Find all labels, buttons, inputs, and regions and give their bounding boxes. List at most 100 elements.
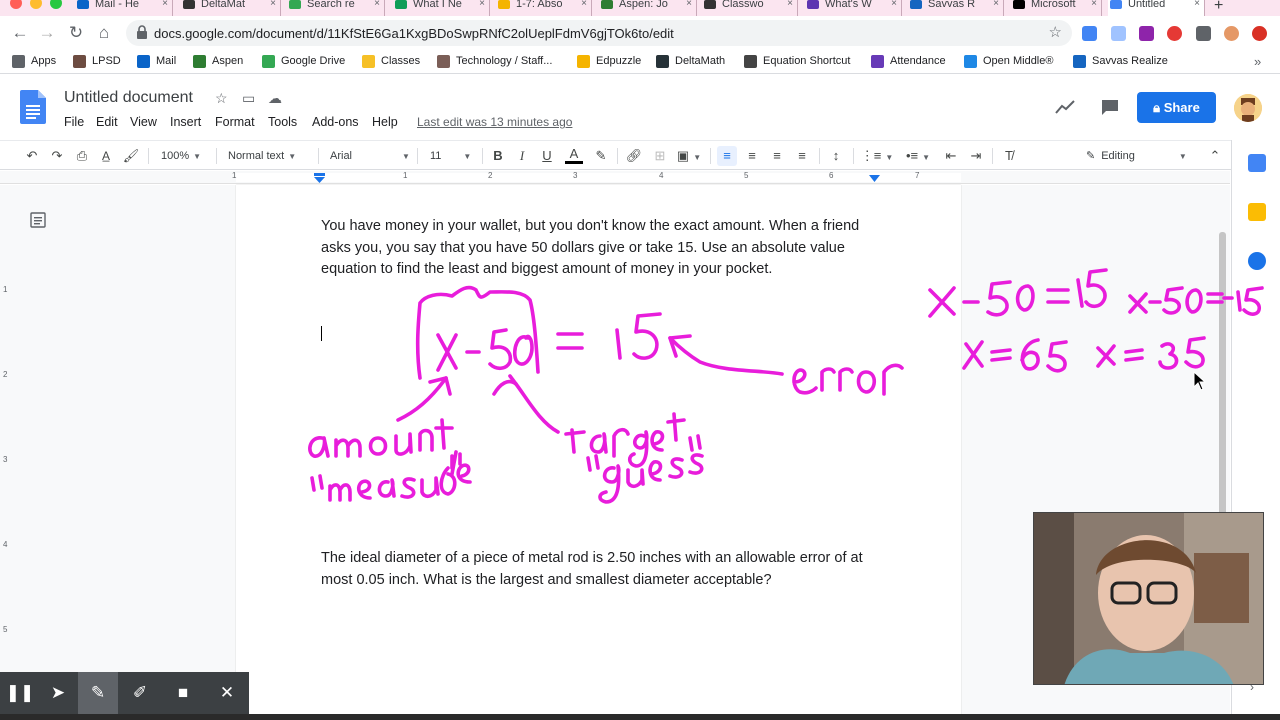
tab-close-icon[interactable]: × bbox=[686, 0, 692, 9]
cloud-saved-icon[interactable]: ☁ bbox=[268, 90, 282, 107]
problem-2-text[interactable]: The ideal diameter of a piece of metal r… bbox=[321, 548, 876, 591]
browser-tab[interactable]: Search re × bbox=[287, 0, 385, 16]
menu-item[interactable]: Edit bbox=[96, 115, 118, 129]
zoom-select[interactable]: 100% ▼ bbox=[161, 146, 209, 166]
pointer-icon[interactable]: ➤ bbox=[38, 672, 78, 714]
bold-button[interactable]: B bbox=[489, 146, 507, 166]
extensions-puzzle-icon[interactable] bbox=[1196, 26, 1211, 41]
menu-item[interactable]: Add-ons bbox=[312, 115, 359, 129]
address-bar[interactable]: docs.google.com/document/d/11KfStE6Ga1Kx… bbox=[126, 20, 1072, 46]
tab-close-icon[interactable]: × bbox=[479, 0, 485, 9]
italic-button[interactable]: I bbox=[513, 146, 531, 166]
menu-item[interactable]: Format bbox=[215, 115, 255, 129]
browser-tab[interactable]: Mail - He × bbox=[75, 0, 173, 16]
link-icon[interactable]: 🔗︎ bbox=[624, 146, 644, 166]
comment-icon[interactable] bbox=[1100, 98, 1120, 116]
align-left-button[interactable]: ≡ bbox=[717, 146, 737, 166]
browser-tab[interactable]: What's W × bbox=[805, 0, 902, 16]
extension-grid-icon[interactable] bbox=[1111, 26, 1126, 41]
undo-icon[interactable]: ↶ bbox=[22, 146, 42, 166]
bookmark-item[interactable]: Aspen bbox=[193, 55, 243, 68]
paragraph-style-select[interactable]: Normal text ▼ bbox=[228, 146, 312, 166]
bookmark-item[interactable]: Google Drive bbox=[262, 55, 345, 68]
calendar-icon[interactable] bbox=[1248, 154, 1266, 172]
print-icon[interactable]: ⎙ bbox=[72, 146, 92, 166]
text-color-button[interactable]: A bbox=[565, 146, 583, 164]
tab-close-icon[interactable]: × bbox=[787, 0, 793, 9]
spellcheck-icon[interactable]: A̲ bbox=[96, 146, 116, 166]
tab-close-icon[interactable]: × bbox=[891, 0, 897, 9]
bookmark-item[interactable]: Open Middle® bbox=[964, 55, 1053, 68]
increase-indent-icon[interactable]: ⇥ bbox=[966, 146, 986, 166]
left-indent-marker-icon[interactable] bbox=[314, 173, 325, 183]
forward-button[interactable]: → bbox=[37, 23, 57, 43]
camera-icon[interactable]: ■ bbox=[163, 672, 203, 714]
move-folder-icon[interactable]: ▭ bbox=[242, 90, 255, 107]
insert-image-icon[interactable]: ▣ ▼ bbox=[674, 146, 704, 166]
bookmark-item[interactable]: DeltaMath bbox=[656, 55, 725, 68]
bookmark-item[interactable]: LPSD bbox=[73, 55, 121, 68]
tab-close-icon[interactable]: × bbox=[270, 0, 276, 9]
numbered-list-icon[interactable]: ⋮≡ ▼ bbox=[860, 146, 894, 166]
bookmark-item[interactable]: Mail bbox=[137, 55, 176, 68]
right-indent-marker-icon[interactable] bbox=[869, 175, 880, 182]
browser-tab[interactable]: Microsoft × bbox=[1011, 0, 1102, 16]
document-title[interactable]: Untitled document bbox=[64, 89, 193, 107]
bookmark-item[interactable]: Savvas Realize bbox=[1073, 55, 1168, 68]
tab-close-icon[interactable]: × bbox=[162, 0, 168, 9]
clear-formatting-icon[interactable]: T̸ bbox=[999, 146, 1019, 166]
browser-tab[interactable]: Aspen: Jo × bbox=[599, 0, 697, 16]
bulleted-list-icon[interactable]: •≡ ▼ bbox=[901, 146, 935, 166]
browser-tab[interactable]: Savvas R × bbox=[908, 0, 1004, 16]
last-edit-link[interactable]: Last edit was 13 minutes ago bbox=[417, 115, 572, 129]
menu-item[interactable]: Tools bbox=[268, 115, 297, 129]
align-center-button[interactable]: ≡ bbox=[742, 146, 762, 166]
browser-tab[interactable]: DeltaMat × bbox=[181, 0, 281, 16]
extension-b-icon[interactable] bbox=[1139, 26, 1154, 41]
justify-button[interactable]: ≡ bbox=[792, 146, 812, 166]
keep-icon[interactable] bbox=[1248, 203, 1266, 221]
browser-tab[interactable]: Untitled × bbox=[1108, 0, 1205, 16]
bookmark-item[interactable]: Equation Shortcut bbox=[744, 55, 850, 68]
align-right-button[interactable]: ≡ bbox=[767, 146, 787, 166]
bookmark-item[interactable]: Attendance bbox=[871, 55, 946, 68]
tab-close-icon[interactable]: × bbox=[374, 0, 380, 9]
maximize-window-button[interactable] bbox=[50, 0, 62, 9]
menu-item[interactable]: File bbox=[64, 115, 84, 129]
highlighter-icon[interactable]: ✐ bbox=[120, 672, 160, 714]
user-avatar[interactable] bbox=[1234, 94, 1262, 122]
bookmark-star-icon[interactable]: ☆ bbox=[1049, 23, 1062, 41]
font-size-select[interactable]: 11 ▼ bbox=[430, 146, 476, 166]
close-icon[interactable]: ✕ bbox=[207, 672, 247, 714]
redo-icon[interactable]: ↷ bbox=[47, 146, 67, 166]
star-icon[interactable]: ☆ bbox=[215, 90, 228, 107]
docs-logo-icon[interactable] bbox=[20, 90, 46, 124]
minimize-window-button[interactable] bbox=[30, 0, 42, 9]
add-comment-icon[interactable]: ⊞ bbox=[650, 146, 670, 166]
problem-1-text[interactable]: You have money in your wallet, but you d… bbox=[321, 216, 876, 281]
close-window-button[interactable] bbox=[10, 0, 22, 9]
editing-mode-select[interactable]: ✎ Editing ▼ bbox=[1086, 146, 1190, 166]
tab-close-icon[interactable]: × bbox=[1194, 0, 1200, 9]
vertical-scrollbar[interactable] bbox=[1219, 232, 1226, 522]
menu-item[interactable]: Help bbox=[372, 115, 398, 129]
menu-item[interactable]: Insert bbox=[170, 115, 201, 129]
activity-trend-icon[interactable] bbox=[1055, 99, 1075, 115]
extension-red-icon[interactable] bbox=[1252, 26, 1267, 41]
profile-avatar-icon[interactable] bbox=[1224, 26, 1239, 41]
line-spacing-icon[interactable]: ↕ bbox=[826, 146, 846, 166]
reload-button[interactable]: ↻ bbox=[66, 23, 86, 43]
decrease-indent-icon[interactable]: ⇤ bbox=[941, 146, 961, 166]
pen-icon[interactable]: ✎ bbox=[78, 672, 118, 714]
bookmark-item[interactable]: Apps bbox=[12, 55, 56, 68]
more-bookmarks-button[interactable]: » bbox=[1254, 54, 1261, 69]
browser-tab[interactable]: Classwo × bbox=[702, 0, 798, 16]
paint-format-icon[interactable]: 🖌︎ bbox=[121, 146, 141, 166]
highlight-color-icon[interactable]: ✎ bbox=[592, 146, 610, 166]
tasks-icon[interactable] bbox=[1248, 252, 1266, 270]
bookmark-item[interactable]: Classes bbox=[362, 55, 420, 68]
bookmark-item[interactable]: Edpuzzle bbox=[577, 55, 641, 68]
extension-icon[interactable] bbox=[1082, 26, 1097, 41]
extension-record-icon[interactable] bbox=[1167, 26, 1182, 41]
document-outline-icon[interactable] bbox=[30, 212, 46, 228]
